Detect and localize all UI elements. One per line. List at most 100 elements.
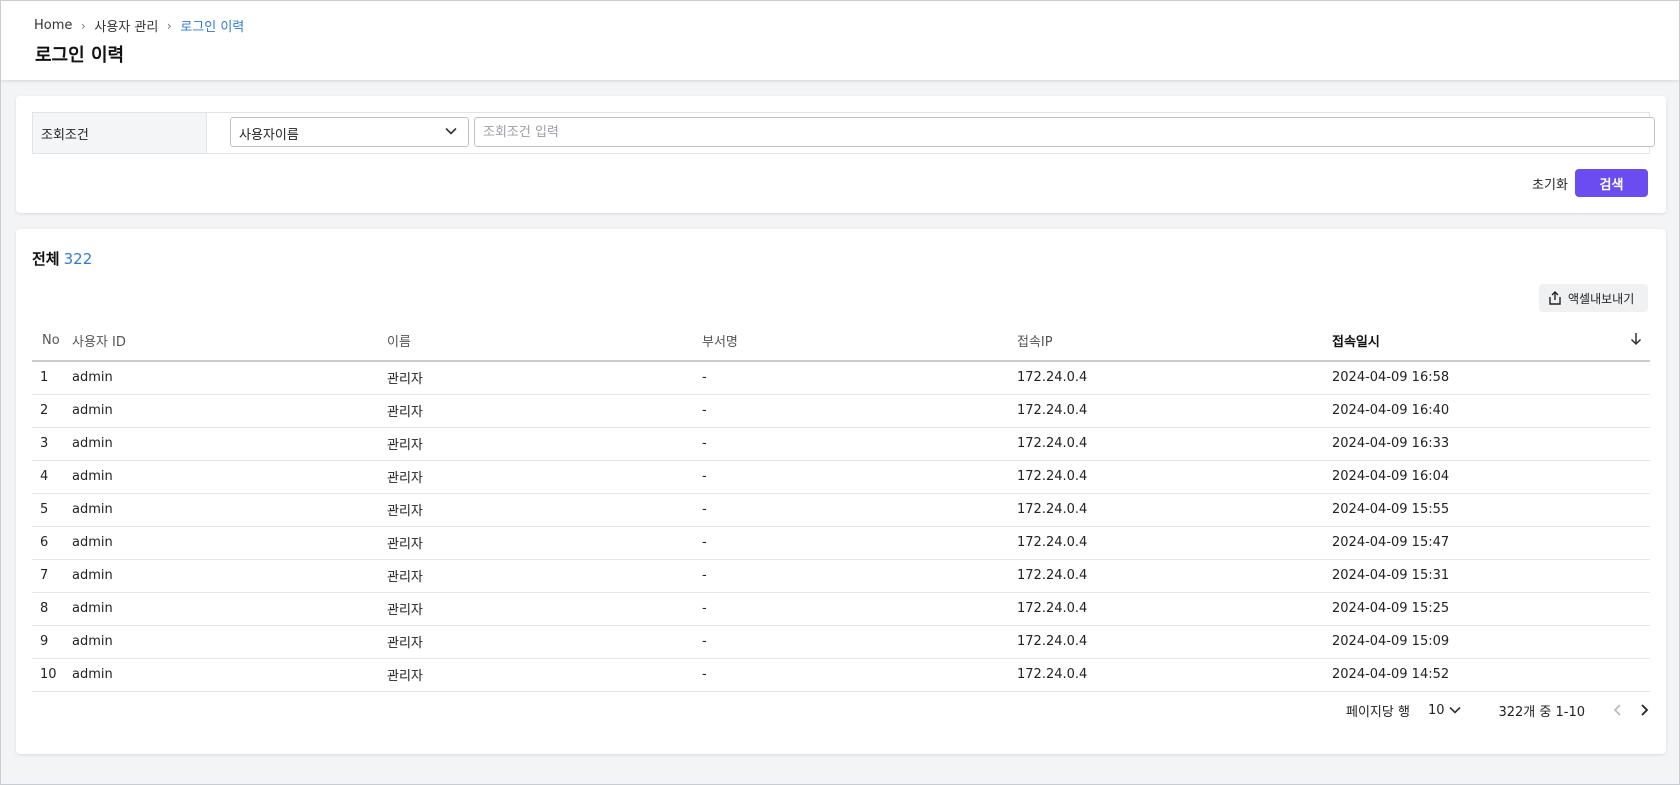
cell-user-id: admin (72, 526, 387, 560)
chevron-right-icon: › (166, 18, 172, 33)
cell-department: - (702, 526, 1017, 560)
table-row[interactable]: 4 admin 관리자 -172.24.0.4 2024-04-09 16:04 (32, 460, 1650, 494)
cell-access-time: 2024-04-09 15:25 (1332, 592, 1650, 626)
cell-ip: 172.24.0.4 (1017, 460, 1332, 494)
cell-department: - (702, 559, 1017, 593)
cell-department: - (702, 625, 1017, 659)
chevron-down-icon (445, 127, 457, 135)
cell-ip: 172.24.0.4 (1017, 625, 1332, 659)
column-header-name[interactable]: 이름 (387, 321, 702, 362)
column-header-ip[interactable]: 접속IP (1017, 321, 1332, 362)
cell-name: 관리자 (387, 460, 702, 494)
breadcrumb-current: 로그인 이력 (180, 20, 245, 35)
cell-department: - (702, 361, 1017, 395)
cell-department: - (702, 493, 1017, 527)
rows-per-page-label: 페이지당 행 (1346, 704, 1410, 720)
page-header: Home › 사용자 관리 › 로그인 이력 로그인 이력 (1, 1, 1679, 80)
excel-export-label: 액셀내보내기 (1568, 291, 1635, 306)
cell-no: 4 (32, 460, 72, 494)
table-row[interactable]: 2 admin 관리자 -172.24.0.4 2024-04-09 16:40 (32, 394, 1650, 428)
table-row[interactable]: 6 admin 관리자 -172.24.0.4 2024-04-09 15:47 (32, 526, 1650, 560)
arrow-down-icon[interactable] (1628, 331, 1644, 347)
cell-access-time: 2024-04-09 15:09 (1332, 625, 1650, 659)
cell-ip: 172.24.0.4 (1017, 394, 1332, 428)
cell-user-id: admin (72, 625, 387, 659)
rows-per-page-select[interactable]: 10 (1428, 703, 1463, 718)
column-header-user-id[interactable]: 사용자 ID (72, 321, 387, 362)
reset-button[interactable]: 초기화 (1520, 169, 1580, 197)
chevron-right-icon: › (80, 18, 86, 33)
cell-name: 관리자 (387, 526, 702, 560)
table-row[interactable]: 3 admin 관리자 -172.24.0.4 2024-04-09 16:33 (32, 427, 1650, 461)
column-header-access-time-label: 접속일시 (1332, 335, 1380, 350)
search-condition-label: 조회조건 (33, 113, 207, 153)
excel-export-button[interactable]: 액셀내보내기 (1539, 284, 1648, 312)
login-history-table: No 사용자 ID 이름 부서명 접속IP 접속일시 1 admin 관리자 -172… (32, 321, 1650, 692)
cell-no: 10 (32, 658, 72, 692)
cell-ip: 172.24.0.4 (1017, 361, 1332, 395)
search-field-select[interactable]: 사용자이름 (230, 117, 469, 147)
cell-user-id: admin (72, 361, 387, 395)
cell-access-time: 2024-04-09 15:47 (1332, 526, 1650, 560)
cell-department: - (702, 427, 1017, 461)
table-row[interactable]: 1 admin 관리자 -172.24.0.4 2024-04-09 16:58 (32, 361, 1650, 395)
cell-ip: 172.24.0.4 (1017, 592, 1332, 626)
cell-access-time: 2024-04-09 16:58 (1332, 361, 1650, 395)
cell-user-id: admin (72, 427, 387, 461)
cell-user-id: admin (72, 493, 387, 527)
cell-no: 5 (32, 493, 72, 527)
cell-ip: 172.24.0.4 (1017, 427, 1332, 461)
cell-user-id: admin (72, 394, 387, 428)
rows-per-page-value: 10 (1427, 702, 1445, 718)
cell-name: 관리자 (387, 658, 702, 692)
cell-department: - (702, 460, 1017, 494)
chevron-right-icon (1641, 704, 1649, 716)
table-header-row: No 사용자 ID 이름 부서명 접속IP 접속일시 (32, 321, 1650, 362)
cell-access-time: 2024-04-09 15:31 (1332, 559, 1650, 593)
column-header-no[interactable]: No (32, 321, 72, 362)
cell-user-id: admin (72, 592, 387, 626)
search-panel: 조회조건 사용자이름 초기화 검색 (16, 96, 1666, 213)
cell-department: - (702, 658, 1017, 692)
cell-no: 8 (32, 592, 72, 626)
cell-access-time: 2024-04-09 14:52 (1332, 658, 1650, 692)
table-row[interactable]: 7 admin 관리자 -172.24.0.4 2024-04-09 15:31 (32, 559, 1650, 593)
search-button[interactable]: 검색 (1575, 169, 1648, 197)
cell-name: 관리자 (387, 427, 702, 461)
cell-department: - (702, 592, 1017, 626)
column-header-access-time[interactable]: 접속일시 (1332, 321, 1650, 362)
cell-access-time: 2024-04-09 16:33 (1332, 427, 1650, 461)
chevron-left-icon (1613, 704, 1621, 716)
page-title: 로그인 이력 (35, 45, 125, 66)
search-field-select-value: 사용자이름 (239, 128, 299, 143)
search-input[interactable] (474, 117, 1655, 147)
breadcrumb-home[interactable]: Home (34, 18, 72, 33)
total-count: 전체 322 (32, 248, 92, 269)
table-row[interactable]: 9 admin 관리자 -172.24.0.4 2024-04-09 15:09 (32, 625, 1650, 659)
cell-access-time: 2024-04-09 16:04 (1332, 460, 1650, 494)
cell-no: 7 (32, 559, 72, 593)
table-row[interactable]: 5 admin 관리자 -172.24.0.4 2024-04-09 15:55 (32, 493, 1650, 527)
next-page-button[interactable] (1633, 699, 1655, 721)
cell-name: 관리자 (387, 361, 702, 395)
cell-access-time: 2024-04-09 15:55 (1332, 493, 1650, 527)
cell-name: 관리자 (387, 592, 702, 626)
cell-no: 6 (32, 526, 72, 560)
cell-ip: 172.24.0.4 (1017, 493, 1332, 527)
breadcrumb-user-management[interactable]: 사용자 관리 (94, 16, 158, 35)
column-header-department[interactable]: 부서명 (702, 321, 1017, 362)
cell-name: 관리자 (387, 493, 702, 527)
breadcrumb: Home › 사용자 관리 › 로그인 이력 (34, 16, 244, 35)
cell-no: 3 (32, 427, 72, 461)
cell-ip: 172.24.0.4 (1017, 658, 1332, 692)
total-count-value: 322 (63, 250, 93, 268)
previous-page-button[interactable] (1607, 699, 1629, 721)
cell-name: 관리자 (387, 394, 702, 428)
cell-no: 1 (32, 361, 72, 395)
table-row[interactable]: 10 admin 관리자 -172.24.0.4 2024-04-09 14:52 (32, 658, 1650, 692)
table-row[interactable]: 8 admin 관리자 -172.24.0.4 2024-04-09 15:25 (32, 592, 1650, 626)
cell-access-time: 2024-04-09 16:40 (1332, 394, 1650, 428)
total-label: 전체 (32, 250, 60, 268)
cell-user-id: admin (72, 658, 387, 692)
cell-name: 관리자 (387, 625, 702, 659)
